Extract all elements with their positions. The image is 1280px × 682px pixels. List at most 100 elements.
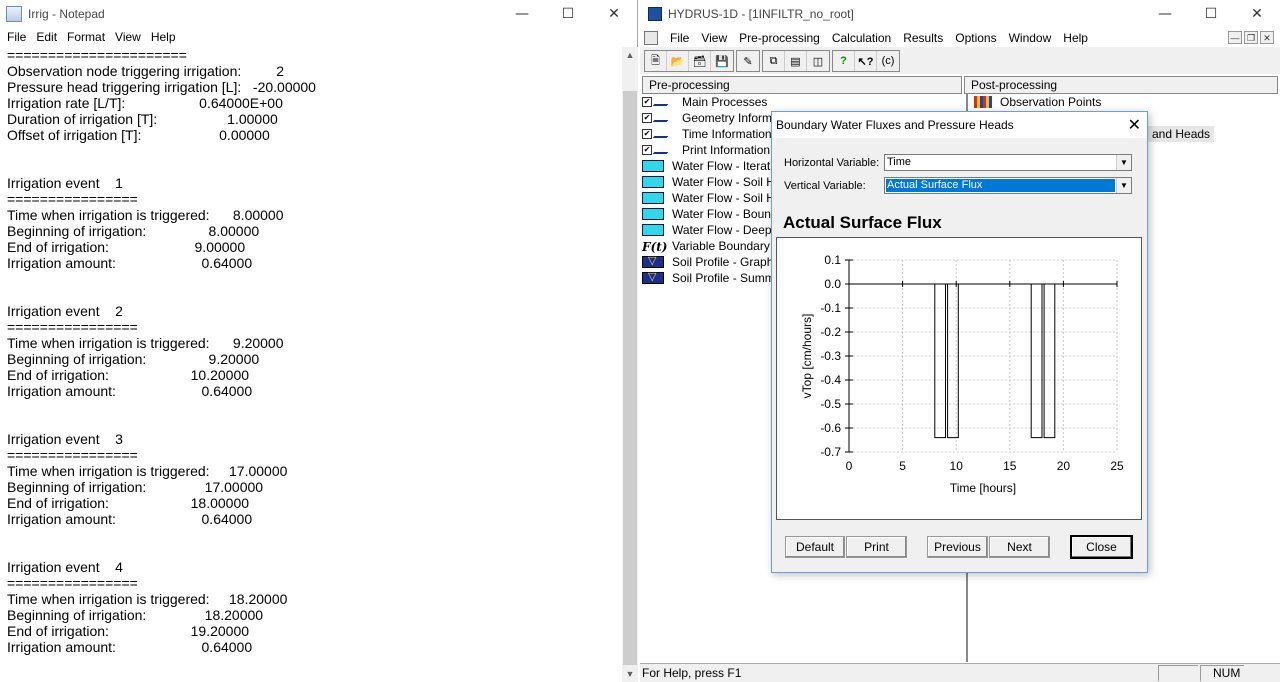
mdi-restore-icon[interactable]: ❐ bbox=[1244, 31, 1258, 44]
text-line: ================ bbox=[7, 447, 138, 463]
text-line: Beginning of irrigation: 17.00000 bbox=[7, 479, 264, 495]
menu-file[interactable]: File bbox=[2, 28, 31, 47]
document-icon[interactable] bbox=[644, 30, 658, 45]
water-icon bbox=[642, 208, 664, 220]
save-icon[interactable]: 💾 bbox=[711, 51, 733, 71]
checkbox-icon[interactable]: ✔ bbox=[642, 113, 652, 123]
menu-view[interactable]: View bbox=[695, 31, 733, 45]
post-item-observation-points[interactable]: Observation Points bbox=[974, 94, 1274, 110]
close-icon[interactable]: ✕ bbox=[1234, 0, 1280, 28]
print-button[interactable]: Print bbox=[846, 536, 907, 558]
pre-item-main-processes[interactable]: ✔ Main Processes bbox=[642, 94, 962, 110]
hydrus-toolbar: 🗎 📂 🗃 💾 ✎ ⧉ ▤ ◫ ? ↖? (c) bbox=[644, 50, 900, 72]
menu-options[interactable]: Options bbox=[949, 31, 1002, 45]
next-button[interactable]: Next bbox=[989, 536, 1050, 558]
x-tick-label: 10 bbox=[950, 459, 964, 473]
status-segment bbox=[1158, 665, 1198, 681]
context-help-icon[interactable]: ↖? bbox=[855, 51, 877, 71]
observation-icon bbox=[974, 96, 992, 108]
chevron-down-icon[interactable]: ▼ bbox=[1116, 178, 1131, 193]
function-icon: F(t) bbox=[642, 240, 668, 254]
x-tick-label: 0 bbox=[846, 459, 853, 473]
close-icon[interactable]: ✕ bbox=[591, 0, 637, 28]
post-processing-list: Observation Points bbox=[974, 94, 1274, 110]
notepad-vertical-scrollbar[interactable]: ▲ ▼ bbox=[622, 47, 638, 682]
notepad-app-icon bbox=[6, 6, 22, 22]
text-line bbox=[7, 527, 622, 543]
minimize-icon[interactable]: — bbox=[1142, 0, 1188, 28]
vertical-variable-select[interactable]: Actual Surface Flux ▼ bbox=[884, 177, 1132, 194]
y-tick-label: 0.0 bbox=[824, 277, 841, 291]
menu-file[interactable]: File bbox=[664, 31, 695, 45]
close-button[interactable]: Close bbox=[1071, 536, 1132, 558]
y-tick-label: -0.6 bbox=[820, 421, 841, 435]
hydrus-menubar: File View Pre-processing Calculation Res… bbox=[640, 28, 1280, 47]
menu-edit[interactable]: Edit bbox=[31, 28, 62, 47]
text-line: Offset of irrigation [T]: 0.00000 bbox=[7, 127, 270, 143]
maximize-icon[interactable]: ☐ bbox=[1188, 0, 1234, 28]
hydrus-titlebar[interactable]: HYDRUS-1D - [1INFILTR_no_root] — ☐ ✕ bbox=[640, 0, 1280, 28]
edit-tool-icon[interactable]: ✎ bbox=[737, 51, 759, 71]
chevron-down-icon[interactable]: ▼ bbox=[1116, 155, 1131, 170]
checkbox-icon[interactable]: ✔ bbox=[642, 129, 652, 139]
tile-horizontal-icon[interactable]: ▤ bbox=[785, 51, 807, 71]
scroll-down-icon[interactable]: ▼ bbox=[622, 666, 638, 682]
y-tick-label: 0.1 bbox=[824, 253, 841, 267]
new-file-icon[interactable]: 🗎 bbox=[645, 51, 667, 71]
maximize-icon[interactable]: ☐ bbox=[545, 0, 591, 28]
menu-help[interactable]: Help bbox=[1057, 31, 1094, 45]
tile-vertical-icon[interactable]: ◫ bbox=[807, 51, 829, 71]
vertical-variable-label: Vertical Variable: bbox=[784, 179, 866, 192]
text-line: Beginning of irrigation: 8.00000 bbox=[7, 223, 260, 239]
menu-view[interactable]: View bbox=[110, 28, 146, 47]
mdi-close-icon[interactable]: ✕ bbox=[1260, 31, 1274, 44]
horizontal-variable-row: Horizontal Variable: Time ▼ bbox=[784, 154, 1132, 171]
text-line bbox=[7, 543, 622, 559]
y-tick-label: -0.4 bbox=[820, 373, 841, 387]
text-line: End of irrigation: 19.20000 bbox=[7, 623, 250, 639]
hydrus-title: HYDRUS-1D - [1INFILTR_no_root] bbox=[668, 7, 854, 21]
open-project-icon[interactable]: 🗃 bbox=[689, 51, 711, 71]
hydrus-app-icon bbox=[648, 7, 662, 21]
menu-window[interactable]: Window bbox=[1003, 31, 1058, 45]
y-axis-label: vTop [cm/hours] bbox=[800, 314, 814, 399]
flux-chart: 0.1 0.0 -0.1 -0.2 -0.3 -0.4 -0.5 -0.6 -0.7 0 5 10 15… bbox=[800, 253, 1124, 495]
menu-results[interactable]: Results bbox=[897, 31, 949, 45]
help-icon[interactable]: ? bbox=[833, 51, 855, 71]
pen-icon bbox=[652, 130, 674, 138]
checkbox-icon[interactable]: ✔ bbox=[642, 97, 652, 107]
notepad-titlebar[interactable]: Irrig - Notepad — ☐ ✕ bbox=[0, 0, 637, 28]
menu-calculation[interactable]: Calculation bbox=[826, 31, 897, 45]
menu-help[interactable]: Help bbox=[146, 28, 181, 47]
text-line: ================ bbox=[7, 319, 138, 335]
menu-format[interactable]: Format bbox=[62, 28, 110, 47]
text-line bbox=[7, 287, 622, 303]
scroll-up-icon[interactable]: ▲ bbox=[622, 47, 638, 63]
mdi-minimize-icon[interactable]: — bbox=[1228, 31, 1242, 44]
close-icon[interactable]: ✕ bbox=[1128, 115, 1141, 134]
soil-profile-icon bbox=[642, 254, 664, 268]
text-line: End of irrigation: 9.00000 bbox=[7, 239, 246, 255]
horizontal-variable-select[interactable]: Time ▼ bbox=[884, 154, 1132, 171]
notepad-text-area[interactable]: ====================== Observation node t… bbox=[0, 47, 622, 682]
text-line: Irrigation amount: 0.64000 bbox=[7, 639, 253, 655]
dialog-titlebar[interactable]: Boundary Water Fluxes and Pressure Heads… bbox=[772, 112, 1147, 138]
default-button[interactable]: Default bbox=[785, 536, 845, 558]
scrollbar-thumb[interactable] bbox=[623, 91, 637, 665]
text-line bbox=[7, 415, 622, 431]
minimize-icon[interactable]: — bbox=[499, 0, 545, 28]
text-line: Irrigation amount: 0.64000 bbox=[7, 255, 253, 271]
boundary-fluxes-dialog: Boundary Water Fluxes and Pressure Heads… bbox=[771, 111, 1148, 573]
y-tick-label: -0.5 bbox=[820, 397, 841, 411]
checkbox-icon[interactable]: ✔ bbox=[642, 145, 652, 155]
menu-pre-processing[interactable]: Pre-processing bbox=[733, 31, 826, 45]
about-icon[interactable]: (c) bbox=[877, 51, 899, 71]
text-line: End of irrigation: 18.00000 bbox=[7, 495, 250, 511]
open-folder-icon[interactable]: 📂 bbox=[667, 51, 689, 71]
post-item-boundary-fluxes-partial[interactable]: and Heads bbox=[1148, 126, 1215, 142]
cascade-windows-icon[interactable]: ⧉ bbox=[763, 51, 785, 71]
previous-button[interactable]: Previous bbox=[927, 536, 988, 558]
y-tick-label: -0.3 bbox=[820, 349, 841, 363]
status-bar: For Help, press F1 NUM bbox=[640, 663, 1280, 682]
pre-processing-header: Pre-processing bbox=[642, 76, 962, 94]
